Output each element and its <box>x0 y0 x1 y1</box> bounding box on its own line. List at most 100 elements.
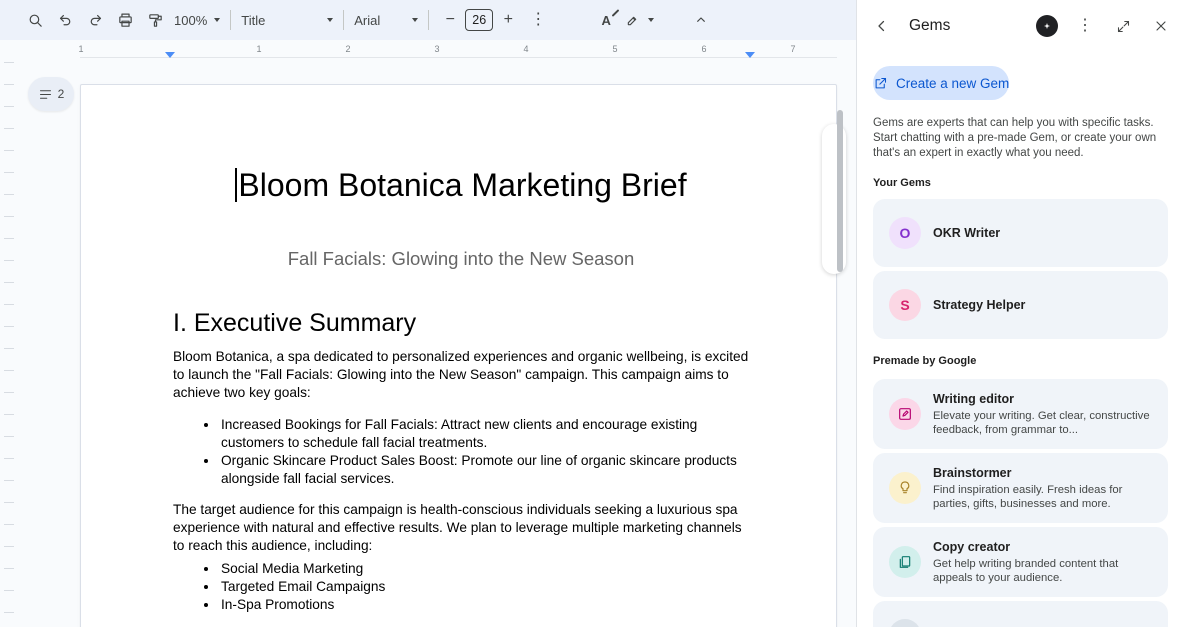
font-select[interactable]: Arial <box>350 6 422 34</box>
gem-description: Get help writing branded content that ap… <box>933 557 1152 585</box>
sales-pitch-icon <box>889 619 921 627</box>
decrease-font-size-button[interactable]: − <box>435 6 465 34</box>
gems-panel: Gems ⋮ Create a new Gem Gems are experts… <box>856 0 1200 627</box>
google-docs-window: 100% Title Arial − 26 + ⋮ A <box>0 0 1200 627</box>
doc-bullet[interactable]: Increased Bookings for Fall Facials: Att… <box>219 416 749 452</box>
back-button[interactable] <box>869 13 895 39</box>
doc-bullet[interactable]: Social Media Marketing <box>219 560 749 578</box>
undo-icon <box>57 12 74 29</box>
doc-bullet[interactable]: Organic Skincare Product Sales Boost: Pr… <box>219 452 749 488</box>
expand-panel-button[interactable] <box>1110 13 1136 39</box>
close-panel-button[interactable] <box>1148 13 1174 39</box>
doc-subtitle[interactable]: Fall Facials: Glowing into the New Seaso… <box>173 247 749 271</box>
hide-menus-button[interactable] <box>686 6 716 34</box>
gem-name: OKR Writer <box>933 225 1152 241</box>
toolbar-divider <box>230 10 231 30</box>
gems-intro-text: Gems are experts that can help you with … <box>873 116 1178 161</box>
redo-icon <box>87 12 104 29</box>
gem-card-copy-creator[interactable]: Copy creator Get help writing branded co… <box>873 527 1168 597</box>
gemini-icon <box>1036 15 1058 37</box>
chevron-left-icon <box>873 17 891 35</box>
gem-card-brainstormer[interactable]: Brainstormer Find inspiration easily. Fr… <box>873 453 1168 523</box>
doc-paragraph[interactable]: Bloom Botanica, a spa dedicated to perso… <box>173 348 749 402</box>
gem-card-writing-editor[interactable]: Writing editor Elevate your writing. Get… <box>873 379 1168 449</box>
doc-title[interactable]: Bloom Botanica Marketing Brief <box>173 165 749 205</box>
gem-avatar: O <box>889 217 921 249</box>
search-icon <box>27 12 44 29</box>
gem-name: Writing editor <box>933 391 1152 407</box>
font-size-input[interactable]: 26 <box>465 9 493 31</box>
document-page[interactable]: Bloom Botanica Marketing Brief Fall Faci… <box>80 84 837 627</box>
paint-roller-icon <box>147 12 164 29</box>
doc-bullet-list[interactable]: Social Media Marketing Targeted Email Ca… <box>173 560 749 614</box>
premade-gems-list: Writing editor Elevate your writing. Get… <box>857 379 1200 627</box>
doc-heading[interactable]: I. Executive Summary <box>173 307 749 339</box>
gem-name: Copy creator <box>933 539 1152 555</box>
close-icon <box>1153 18 1169 34</box>
gem-card-strategy-helper[interactable]: S Strategy Helper <box>873 271 1168 339</box>
ruler-mark: 5 <box>612 44 617 54</box>
your-gems-label: Your Gems <box>873 177 1184 189</box>
right-indent-marker[interactable] <box>745 52 755 58</box>
left-indent-marker[interactable] <box>165 52 175 58</box>
scrollbar-thumb[interactable] <box>837 110 843 272</box>
more-formatting-button[interactable]: ⋮ <box>523 6 553 34</box>
doc-bullet[interactable]: In-Spa Promotions <box>219 596 749 614</box>
doc-paragraph[interactable]: The target audience for this campaign is… <box>173 501 749 555</box>
text-color-button[interactable]: A <box>591 6 621 34</box>
ruler-mark: 6 <box>701 44 706 54</box>
kebab-icon: ⋮ <box>530 12 546 28</box>
open-in-new-icon <box>873 76 888 91</box>
font-value: Arial <box>354 13 380 28</box>
print-icon <box>117 12 134 29</box>
toolbar: 100% Title Arial − 26 + ⋮ A <box>0 0 856 40</box>
paragraph-style-select[interactable]: Title <box>237 6 337 34</box>
chevron-down-icon <box>214 18 220 22</box>
gemini-button[interactable] <box>1034 13 1060 39</box>
chevron-down-icon <box>412 18 418 22</box>
text-color-icon: A <box>602 14 611 27</box>
minus-icon: − <box>446 12 455 28</box>
doc-bullet[interactable]: Targeted Email Campaigns <box>219 578 749 596</box>
print-button[interactable] <box>110 6 140 34</box>
gem-name: Strategy Helper <box>933 297 1152 313</box>
create-gem-button[interactable]: Create a new Gem <box>873 66 1009 100</box>
ruler-mark: 1 <box>256 44 261 54</box>
gem-card-okr-writer[interactable]: O OKR Writer <box>873 199 1168 267</box>
ruler-mark: 3 <box>434 44 439 54</box>
search-button[interactable] <box>20 6 50 34</box>
paint-format-button[interactable] <box>140 6 170 34</box>
doc-bullet-list[interactable]: Increased Bookings for Fall Facials: Att… <box>173 416 749 488</box>
zoom-select[interactable]: 100% <box>170 6 224 34</box>
style-value: Title <box>241 13 265 28</box>
increase-font-size-button[interactable]: + <box>493 6 523 34</box>
chevron-down-icon <box>648 18 654 22</box>
plus-icon: + <box>504 12 513 28</box>
open-in-full-icon <box>1116 19 1131 34</box>
highlighter-icon <box>625 12 641 28</box>
gem-avatar: S <box>889 289 921 321</box>
kebab-icon: ⋮ <box>1077 18 1093 34</box>
highlight-color-button[interactable] <box>621 6 658 34</box>
undo-button[interactable] <box>50 6 80 34</box>
redo-button[interactable] <box>80 6 110 34</box>
premade-label: Premade by Google <box>873 355 1184 367</box>
gem-name: Brainstormer <box>933 465 1152 481</box>
zoom-value: 100% <box>174 13 207 28</box>
your-gems-list: O OKR Writer S Strategy Helper <box>857 199 1200 339</box>
chevron-up-icon <box>693 12 709 28</box>
copy-document-icon <box>889 546 921 578</box>
toolbar-divider <box>428 10 429 30</box>
document-tabs-button[interactable]: 2 <box>28 77 74 111</box>
gem-card-sales-pitch-ideator[interactable]: Sales pitch ideator <box>873 601 1168 627</box>
chevron-down-icon <box>327 18 333 22</box>
doc-title-text: Bloom Botanica Marketing Brief <box>238 167 686 203</box>
panel-menu-button[interactable]: ⋮ <box>1072 13 1098 39</box>
gem-description: Elevate your writing. Get clear, constru… <box>933 409 1152 437</box>
toolbar-divider <box>343 10 344 30</box>
ruler-mark: 2 <box>345 44 350 54</box>
writing-editor-icon <box>889 398 921 430</box>
tabs-list-icon <box>38 87 53 102</box>
ruler-mark: 4 <box>523 44 528 54</box>
gem-description: Find inspiration easily. Fresh ideas for… <box>933 483 1152 511</box>
